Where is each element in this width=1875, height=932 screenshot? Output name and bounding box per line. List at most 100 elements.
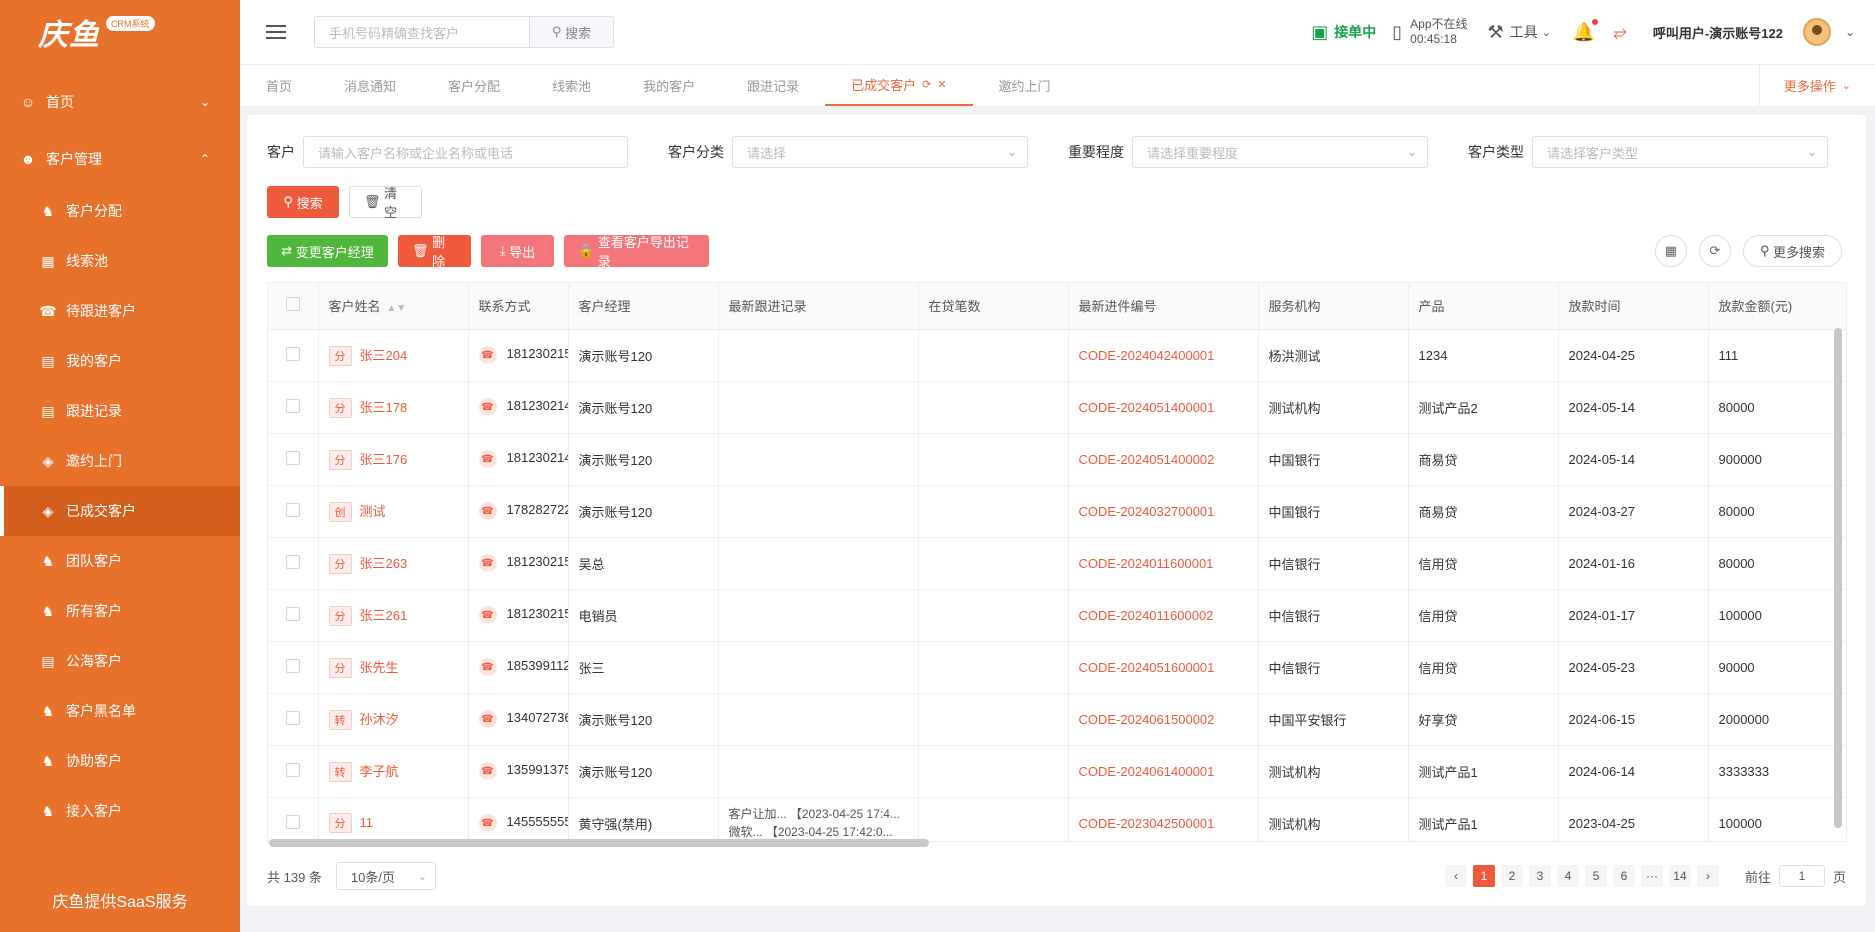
column-header[interactable]: 客户姓名 ▲▼ xyxy=(318,283,469,330)
page-size-select[interactable]: 10条/页 ⌄ xyxy=(335,862,436,890)
page-number[interactable]: 5 xyxy=(1584,865,1607,887)
application-code-link[interactable]: CODE-2024061400001 xyxy=(1079,764,1215,779)
tab-closed-customers[interactable]: 已成交客户 ⟳ ✕ xyxy=(825,65,973,106)
sidebar-item-home[interactable]: ☺ 首页 ⌄ xyxy=(0,72,240,132)
sidebar-item-closed-customers[interactable]: ◈ 已成交客户 xyxy=(0,486,240,536)
column-settings-icon[interactable]: ▦ xyxy=(1654,235,1687,267)
more-pages-icon[interactable]: ··· xyxy=(1640,865,1663,887)
table-row[interactable]: 分张先生 ☎ 185399112 张三 CODE-2024051600001 中信银行 信用… xyxy=(268,641,1846,694)
tab-lead-pool[interactable]: 线索池 xyxy=(526,65,617,106)
avatar[interactable] xyxy=(1802,18,1831,46)
sidebar-item-assist-customers[interactable]: ♞ 协助客户 xyxy=(0,736,240,786)
page-number[interactable]: 4 xyxy=(1556,865,1579,887)
row-checkbox[interactable] xyxy=(286,606,300,621)
menu-toggle-icon[interactable] xyxy=(266,25,286,39)
tab-home[interactable]: 首页 xyxy=(240,65,318,106)
customer-name-cell[interactable]: 转孙沐汐 xyxy=(318,693,469,746)
table-row[interactable]: 转李子航 ☎ 135991375 演示账号120 CODE-2024061400001 测… xyxy=(268,745,1846,798)
row-select-cell[interactable] xyxy=(268,641,319,694)
sidebar-item-invitations[interactable]: ◈ 邀约上门 xyxy=(0,436,240,486)
row-select-cell[interactable] xyxy=(268,433,319,486)
page-number[interactable]: 14 xyxy=(1668,865,1691,887)
row-checkbox[interactable] xyxy=(286,502,300,517)
row-checkbox[interactable] xyxy=(286,658,300,673)
page-number[interactable]: 2 xyxy=(1500,865,1523,887)
sidebar-item-my-customers[interactable]: ▤ 我的客户 xyxy=(0,336,240,386)
row-checkbox[interactable] xyxy=(286,814,300,829)
row-select-cell[interactable] xyxy=(268,745,319,798)
customer-name-link[interactable]: 11 xyxy=(360,815,374,830)
user-name[interactable]: 呼叫用户-演示账号122 xyxy=(1653,23,1783,42)
sidebar-item-lead-pool[interactable]: ▦ 线索池 xyxy=(0,236,240,286)
application-code-link[interactable]: CODE-2023042500001 xyxy=(1079,816,1215,831)
table-row[interactable]: 创测试 ☎ 178282722 演示账号120 CODE-2024032700001 中国… xyxy=(268,485,1846,538)
customer-name-link[interactable]: 孙沐汐 xyxy=(360,712,399,727)
table-row[interactable]: 转孙沐汐 ☎ 134072736 演示账号120 CODE-2024061500002 中… xyxy=(268,693,1846,746)
customer-name-link[interactable]: 张三176 xyxy=(360,452,408,467)
sidebar-item-pending-followup[interactable]: ☎ 待跟进客户 xyxy=(0,286,240,336)
category-select[interactable]: 请选择 ⌄ xyxy=(732,136,1028,168)
export-button[interactable]: ⤓ 导出 xyxy=(481,235,554,267)
customer-name-cell[interactable]: 分张三204 xyxy=(318,329,469,382)
chevron-down-icon[interactable]: ⌄ xyxy=(1845,25,1855,39)
next-page-icon[interactable]: › xyxy=(1696,865,1719,887)
sidebar-group-customer-management[interactable]: ☻ 客户管理 ⌃ xyxy=(0,132,240,186)
vertical-scrollbar[interactable] xyxy=(1834,328,1842,828)
tools-menu[interactable]: ⚒ 工具 ⌄ xyxy=(1488,22,1551,43)
select-all-cell[interactable] xyxy=(268,283,319,330)
more-operations[interactable]: 更多操作 ⌄ xyxy=(1758,65,1875,106)
phone-call-icon[interactable]: ☎ xyxy=(478,710,497,729)
phone-call-icon[interactable]: ☎ xyxy=(478,398,497,417)
phone-search-input[interactable]: 手机号码精确查找客户 xyxy=(314,16,529,48)
row-select-cell[interactable] xyxy=(268,381,319,434)
customer-name-link[interactable]: 李子航 xyxy=(360,764,399,779)
sidebar-item-incoming-customers[interactable]: ♞ 接入客户 xyxy=(0,786,240,836)
type-select[interactable]: 请选择客户类型 ⌄ xyxy=(1532,136,1828,168)
sidebar-item-team-customers[interactable]: ♞ 团队客户 xyxy=(0,536,240,586)
notification-bell-icon[interactable]: 🔔 xyxy=(1573,18,1599,43)
goto-page-input[interactable]: 1 xyxy=(1778,865,1825,887)
table-row[interactable]: 分张三176 ☎ 181230214 演示账号120 CODE-202405140000… xyxy=(268,433,1846,486)
sidebar-item-customer-assign[interactable]: ♞ 客户分配 xyxy=(0,186,240,236)
row-checkbox[interactable] xyxy=(286,554,300,569)
select-all-checkbox[interactable] xyxy=(286,297,300,312)
sidebar-item-all-customers[interactable]: ♞ 所有客户 xyxy=(0,586,240,636)
sidebar-item-public-customers[interactable]: ▤ 公海客户 xyxy=(0,636,240,686)
sidebar-item-followup-records[interactable]: ▤ 跟进记录 xyxy=(0,386,240,436)
customer-name-cell[interactable]: 分张三178 xyxy=(318,381,469,434)
tab-followup-records[interactable]: 跟进记录 xyxy=(721,65,825,106)
application-code-link[interactable]: CODE-2024032700001 xyxy=(1079,504,1215,519)
horizontal-scrollbar[interactable] xyxy=(269,839,929,847)
table-row[interactable]: 分张三178 ☎ 181230214 演示账号120 CODE-202405140000… xyxy=(268,381,1846,434)
tab-customer-assign[interactable]: 客户分配 xyxy=(422,65,526,106)
importance-select[interactable]: 请选择重要程度 ⌄ xyxy=(1132,136,1428,168)
application-code-link[interactable]: CODE-2024061500002 xyxy=(1079,712,1215,727)
customer-name-link[interactable]: 张三261 xyxy=(360,608,408,623)
phone-call-icon[interactable]: ☎ xyxy=(478,346,497,365)
row-checkbox[interactable] xyxy=(286,346,300,361)
phone-call-icon[interactable]: ☎ xyxy=(478,658,497,677)
customer-name-link[interactable]: 张三204 xyxy=(360,348,408,363)
page-number[interactable]: 1 xyxy=(1472,865,1495,887)
tab-notifications[interactable]: 消息通知 xyxy=(318,65,422,106)
tab-invitations[interactable]: 邀约上门 xyxy=(973,65,1077,106)
refresh-icon[interactable]: ⟳ xyxy=(922,78,931,91)
phone-call-icon[interactable]: ☎ xyxy=(478,450,497,469)
close-icon[interactable]: ✕ xyxy=(937,78,946,91)
row-select-cell[interactable] xyxy=(268,693,319,746)
logo[interactable]: 庆鱼 CRM系统 xyxy=(0,0,240,64)
customer-name-link[interactable]: 张先生 xyxy=(360,660,399,675)
row-checkbox[interactable] xyxy=(286,398,300,413)
phone-call-icon[interactable]: ☎ xyxy=(478,554,497,573)
row-checkbox[interactable] xyxy=(286,450,300,465)
table-row[interactable]: 分张三263 ☎ 181230215 吴总 CODE-2024011600001 中信银行… xyxy=(268,537,1846,590)
phone-call-icon[interactable]: ☎ xyxy=(478,762,497,781)
phone-call-icon[interactable]: ☎ xyxy=(478,814,497,833)
application-code-link[interactable]: CODE-2024042400001 xyxy=(1079,348,1215,363)
export-log-button[interactable]: 🔒 查看客户导出记录 xyxy=(564,235,709,269)
row-select-cell[interactable] xyxy=(268,797,319,841)
customer-name-cell[interactable]: 分张三261 xyxy=(318,589,469,642)
customer-name-cell[interactable]: 分 11 xyxy=(318,797,469,841)
sidebar-item-blacklist[interactable]: ♞ 客户黑名单 xyxy=(0,686,240,736)
accepting-status[interactable]: ▣ 接单中 xyxy=(1311,22,1376,43)
